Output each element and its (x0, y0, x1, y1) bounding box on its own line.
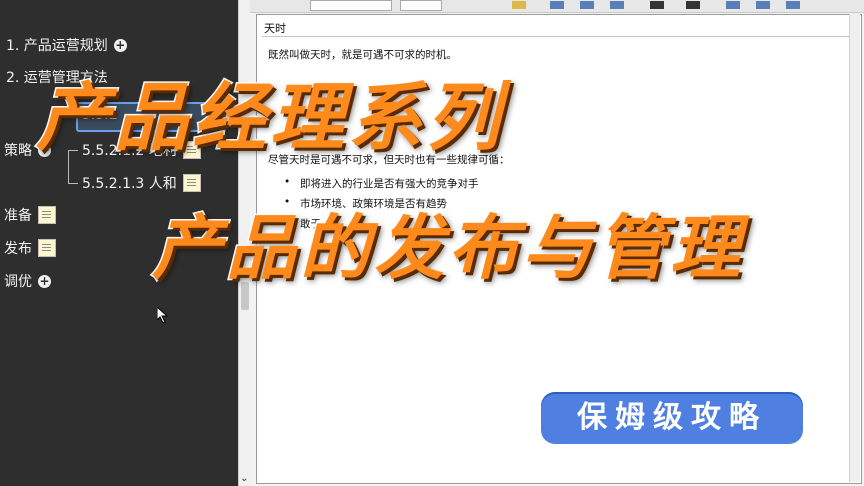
text-color-button[interactable] (650, 1, 664, 9)
title-divider (262, 36, 858, 37)
toolbar-button[interactable] (726, 1, 740, 9)
mindmap-node-renhe[interactable]: 5.5.2.1.3 人和 (82, 173, 201, 193)
mindmap-node-label: 发布 (4, 241, 32, 257)
note-icon[interactable] (38, 239, 56, 257)
mindmap-node-label: 调优 (4, 274, 32, 290)
scroll-down-arrow-icon[interactable]: ⌄ (240, 473, 248, 484)
editor-scrollbar[interactable] (849, 14, 860, 482)
font-size-select[interactable] (400, 0, 442, 11)
fill-color-button[interactable] (686, 1, 700, 9)
guide-badge: 保姆级攻略 (541, 392, 803, 444)
mindmap-node-label: 策略 (4, 143, 32, 159)
toolbar-button[interactable] (610, 1, 624, 9)
note-icon[interactable] (38, 206, 56, 224)
mindmap-node-release[interactable]: 发布 (4, 238, 56, 258)
highlight-button[interactable] (512, 1, 526, 9)
font-name-select[interactable] (310, 0, 392, 11)
toolbar-button[interactable] (786, 1, 800, 9)
toolbar-button[interactable] (580, 1, 594, 9)
mindmap-connector (68, 183, 78, 184)
note-title: 天时 (264, 22, 286, 35)
note-icon[interactable] (182, 174, 201, 192)
toolbar-button[interactable] (550, 1, 564, 9)
mindmap-node-optimize[interactable]: 调优 + (4, 271, 51, 291)
expand-plus-icon[interactable]: + (113, 38, 127, 52)
mindmap-node-label: 5.5.2.1.3 人和 (82, 176, 177, 192)
mindmap-node-preparation[interactable]: 准备 (4, 205, 56, 225)
overlay-series-title: 产品经理系列 (35, 74, 504, 163)
note-bullet: 即将进入的行业是否有强大的竞争对手 (284, 176, 478, 191)
mindmap-node-label: 准备 (4, 208, 32, 224)
overlay-topic-title: 产品的发布与管理 (151, 206, 744, 291)
format-toolbar (250, 0, 864, 13)
mindmap-node-operation-planning[interactable]: 1. 产品运营规划 + (6, 35, 127, 55)
toolbar-button[interactable] (756, 1, 770, 9)
expand-plus-icon[interactable]: + (38, 274, 51, 288)
mindmap-node-label: 1. 产品运营规划 (6, 38, 108, 54)
